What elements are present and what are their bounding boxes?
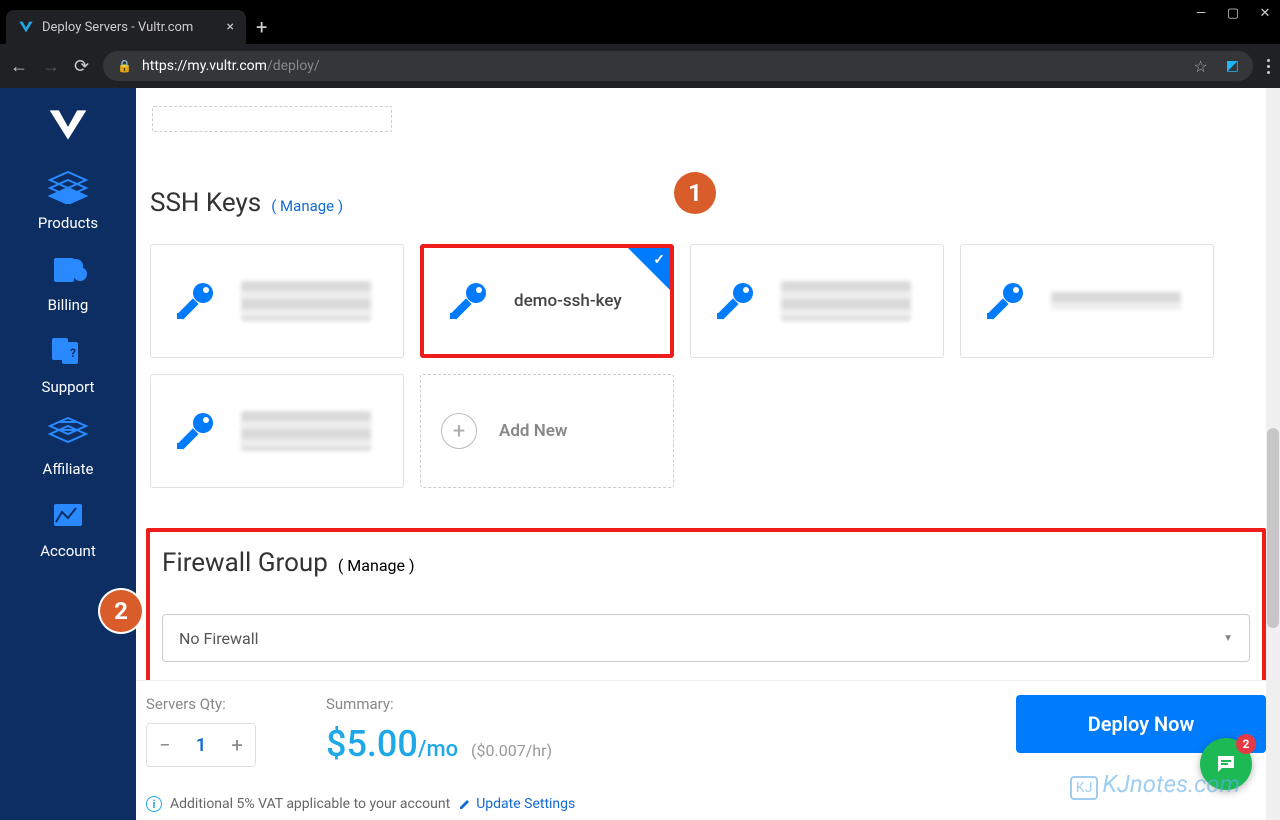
- chat-icon: [1214, 752, 1238, 776]
- scroll-thumb[interactable]: [1267, 428, 1279, 628]
- url-host: https://my.vultr.com: [142, 58, 267, 74]
- qty-value: 1: [183, 735, 219, 756]
- previous-section-placeholder: [152, 106, 392, 132]
- key-icon: [444, 277, 492, 325]
- sidebar-item-support[interactable]: ? Support: [42, 332, 95, 396]
- tab-title: Deploy Servers - Vultr.com: [42, 20, 193, 35]
- account-icon: [45, 496, 91, 534]
- content-area: SSH Keys ( Manage ) demo-ssh-key: [136, 88, 1280, 820]
- ssh-key-card-selected[interactable]: demo-ssh-key: [420, 244, 674, 358]
- ssh-key-name: demo-ssh-key: [514, 291, 622, 311]
- add-ssh-key-button[interactable]: + Add New: [420, 374, 674, 488]
- new-tab-button[interactable]: +: [256, 15, 267, 39]
- maximize-icon[interactable]: ▢: [1226, 6, 1240, 21]
- ssh-key-card[interactable]: [150, 244, 404, 358]
- masked-key-name: [241, 411, 371, 451]
- close-tab-icon[interactable]: ×: [227, 19, 234, 35]
- key-icon: [711, 277, 759, 325]
- masked-key-name: [781, 281, 911, 321]
- browser-navbar: ← → ⟳ 🔒 https://my.vultr.com/deploy/ ☆ ◩: [0, 44, 1280, 88]
- page: Products Billing ? Support Affiliate Acc…: [0, 88, 1280, 820]
- browser-titlebar: Deploy Servers - Vultr.com × + — ▢ ✕: [0, 0, 1280, 44]
- extension-icon[interactable]: ◩: [1226, 58, 1239, 74]
- minimize-icon[interactable]: —: [1194, 6, 1208, 21]
- summary-label: Summary:: [326, 695, 552, 713]
- price-hourly: ($0.007/hr): [471, 741, 552, 760]
- sidebar-label: Affiliate: [43, 460, 94, 478]
- price-display: $5.00/mo ($0.007/hr): [326, 723, 552, 765]
- billing-icon: [45, 250, 91, 288]
- affiliate-icon: [45, 414, 91, 452]
- sidebar-item-billing[interactable]: Billing: [45, 250, 91, 314]
- section-title: Firewall Group: [162, 548, 328, 578]
- qty-label: Servers Qty:: [146, 695, 256, 713]
- info-icon: i: [146, 796, 162, 812]
- lock-icon: 🔒: [117, 59, 132, 73]
- ssh-keys-grid: demo-ssh-key +: [150, 244, 1266, 488]
- ssh-key-card[interactable]: [690, 244, 944, 358]
- ssh-key-card[interactable]: [150, 374, 404, 488]
- sidebar-item-account[interactable]: Account: [40, 496, 96, 560]
- back-icon[interactable]: ←: [10, 56, 28, 77]
- vultr-favicon-icon: [18, 19, 34, 35]
- plus-icon: +: [441, 413, 477, 449]
- chat-badge: 2: [1236, 734, 1256, 754]
- section-title: SSH Keys: [150, 188, 261, 218]
- firewall-selected-value: No Firewall: [179, 629, 259, 648]
- svg-text:?: ?: [70, 346, 76, 360]
- address-bar[interactable]: 🔒 https://my.vultr.com/deploy/ ☆ ◩: [103, 51, 1253, 81]
- forward-icon: →: [42, 56, 60, 77]
- key-icon: [981, 277, 1029, 325]
- ssh-keys-heading: SSH Keys ( Manage ): [150, 188, 1266, 218]
- sidebar-item-products[interactable]: Products: [38, 168, 98, 232]
- sidebar-label: Support: [42, 378, 95, 396]
- chat-widget-button[interactable]: 2: [1200, 738, 1252, 790]
- quantity-stepper[interactable]: − 1 +: [146, 723, 256, 767]
- bookmark-star-icon[interactable]: ☆: [1193, 57, 1207, 76]
- sidebar-label: Products: [38, 214, 98, 232]
- url-path: /deploy/: [267, 58, 320, 74]
- support-icon: ?: [45, 332, 91, 370]
- qty-increment-button[interactable]: +: [219, 724, 255, 766]
- key-icon: [171, 277, 219, 325]
- sidebar-label: Billing: [48, 296, 89, 314]
- browser-menu-icon[interactable]: [1267, 59, 1270, 74]
- products-icon: [45, 168, 91, 206]
- sidebar-label: Account: [40, 542, 96, 560]
- add-new-label: Add New: [499, 421, 567, 441]
- firewall-group-section: Firewall Group ( Manage ) No Firewall ▼: [146, 528, 1266, 692]
- price-main: $5.00: [326, 723, 418, 765]
- masked-key-name: [1051, 292, 1181, 310]
- vultr-logo-icon[interactable]: [46, 108, 90, 142]
- update-settings-link[interactable]: Update Settings: [458, 796, 575, 812]
- qty-decrement-button[interactable]: −: [147, 724, 183, 766]
- ssh-key-card[interactable]: [960, 244, 1214, 358]
- manage-ssh-keys-link[interactable]: ( Manage ): [271, 197, 343, 215]
- window-controls: — ▢ ✕: [1194, 6, 1272, 21]
- close-window-icon[interactable]: ✕: [1258, 6, 1272, 21]
- pencil-icon: [458, 797, 472, 811]
- vat-note: Additional 5% VAT applicable to your acc…: [170, 796, 450, 812]
- sidebar: Products Billing ? Support Affiliate Acc…: [0, 88, 136, 820]
- chevron-down-icon: ▼: [1223, 633, 1233, 644]
- key-icon: [171, 407, 219, 455]
- masked-key-name: [241, 281, 371, 321]
- price-period: /mo: [418, 737, 458, 762]
- deploy-footer: Servers Qty: − 1 + Summary: $5.00/mo ($0…: [136, 680, 1266, 820]
- sidebar-item-affiliate[interactable]: Affiliate: [43, 414, 94, 478]
- selected-check-icon: [628, 248, 670, 290]
- scrollbar[interactable]: [1266, 88, 1280, 820]
- firewall-group-select[interactable]: No Firewall ▼: [162, 614, 1250, 662]
- manage-firewall-link[interactable]: ( Manage ): [338, 556, 415, 575]
- browser-tab[interactable]: Deploy Servers - Vultr.com ×: [6, 10, 246, 44]
- reload-icon[interactable]: ⟳: [74, 56, 89, 77]
